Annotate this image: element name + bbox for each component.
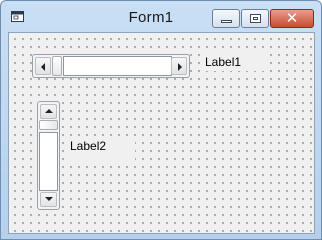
horizontal-scroll-thumb[interactable]	[52, 56, 62, 76]
arrow-left-icon	[41, 63, 45, 71]
scroll-left-button[interactable]	[35, 57, 51, 75]
vertical-scroll-thumb[interactable]	[39, 120, 58, 130]
close-icon: ✕	[285, 9, 299, 27]
form-design-surface[interactable]: Label1 Label2	[8, 32, 315, 234]
arrow-up-icon	[45, 109, 53, 113]
form-window: Form1 ✕ Label1 Label2	[0, 0, 322, 240]
minimize-icon	[221, 20, 232, 23]
arrow-down-icon	[45, 197, 53, 201]
scroll-up-button[interactable]	[40, 104, 57, 119]
label1[interactable]: Label1	[201, 54, 269, 71]
horizontal-scroll-track[interactable]	[63, 56, 172, 76]
maximize-button[interactable]	[241, 9, 269, 28]
arrow-right-icon	[178, 63, 182, 71]
vertical-scrollbar[interactable]	[37, 101, 60, 210]
title-bar[interactable]: Form1 ✕	[1, 1, 321, 32]
vertical-scroll-track[interactable]	[39, 132, 58, 191]
scroll-down-button[interactable]	[40, 192, 57, 207]
maximize-icon	[250, 14, 261, 23]
close-button[interactable]: ✕	[270, 9, 314, 28]
label2[interactable]: Label2	[67, 137, 135, 165]
minimize-button[interactable]	[212, 9, 240, 28]
scroll-right-button[interactable]	[171, 57, 187, 75]
horizontal-scrollbar[interactable]	[32, 54, 190, 78]
